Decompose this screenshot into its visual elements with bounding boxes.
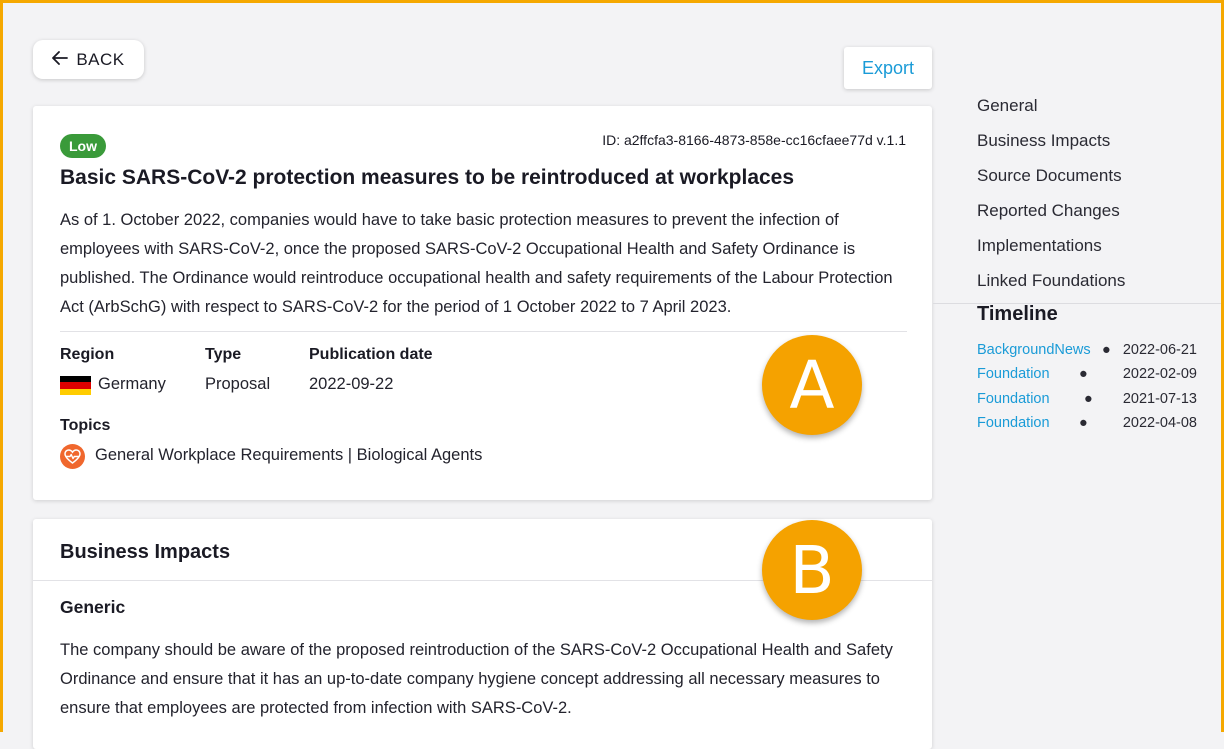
- nav-item-reported-changes[interactable]: Reported Changes: [977, 193, 1125, 228]
- timeline-title: Timeline: [977, 303, 1058, 325]
- annotation-marker-b: B: [762, 520, 862, 620]
- topics-label: Topics: [60, 417, 111, 434]
- bullet-icon: ●: [1079, 366, 1088, 382]
- annotation-marker-a: A: [762, 335, 862, 435]
- nav-item-general[interactable]: General: [977, 88, 1125, 123]
- publication-date-label: Publication date: [309, 346, 433, 363]
- publication-date-value: 2022-09-22: [309, 375, 394, 393]
- region-label: Region: [60, 346, 115, 363]
- timeline-entry-date: 2022-06-21: [1122, 342, 1197, 358]
- type-label: Type: [205, 346, 242, 363]
- impacts-text: The company should be aware of the propo…: [60, 641, 893, 717]
- nav-item-business-impacts[interactable]: Business Impacts: [977, 123, 1125, 158]
- export-button[interactable]: Export: [844, 47, 932, 89]
- business-impacts-title: Business Impacts: [60, 541, 231, 563]
- timeline-entry-date: 2022-02-09: [1122, 366, 1197, 382]
- timeline-entry-date: 2022-04-08: [1122, 415, 1197, 431]
- severity-badge: Low: [60, 134, 106, 158]
- section-navigation: General Business Impacts Source Document…: [977, 88, 1125, 298]
- bullet-icon: ●: [1102, 342, 1111, 358]
- nav-item-implementations[interactable]: Implementations: [977, 228, 1125, 263]
- nav-item-source-documents[interactable]: Source Documents: [977, 158, 1125, 193]
- timeline-entry: BackgroundNews ● 2022-06-21: [977, 342, 1197, 362]
- timeline-entry-link[interactable]: Foundation: [977, 366, 1050, 382]
- type-value: Proposal: [205, 375, 271, 393]
- document-id: ID: a2ffcfa3-8166-4873-858e-cc16cfaee77d…: [602, 132, 906, 148]
- germany-flag-icon: [60, 376, 91, 395]
- heart-pulse-icon: [60, 444, 85, 469]
- region-value: Germany: [98, 375, 166, 393]
- timeline-entry: Foundation ● 2022-02-09: [977, 366, 1197, 386]
- section-divider: [60, 331, 907, 332]
- timeline-entry-link[interactable]: Foundation: [977, 415, 1050, 431]
- item-title: Basic SARS-CoV-2 protection measures to …: [60, 166, 795, 189]
- bullet-icon: ●: [1079, 415, 1088, 431]
- impacts-subtitle: Generic: [60, 597, 126, 617]
- topics-value: General Workplace Requirements | Biologi…: [95, 446, 483, 464]
- timeline-entry-link[interactable]: Foundation: [977, 391, 1050, 407]
- timeline-entry-date: 2021-07-13: [1122, 391, 1197, 407]
- arrow-left-icon: [52, 50, 69, 69]
- item-summary: As of 1. October 2022, companies would h…: [60, 211, 893, 316]
- timeline-entry-link[interactable]: BackgroundNews: [977, 342, 1091, 358]
- back-button-label: BACK: [76, 49, 125, 69]
- timeline-entry: Foundation ● 2022-04-08: [977, 415, 1197, 435]
- nav-item-linked-foundations[interactable]: Linked Foundations: [977, 263, 1125, 298]
- timeline-entry: Foundation ● 2021-07-13: [977, 391, 1197, 411]
- back-button[interactable]: BACK: [33, 40, 144, 79]
- item-detail-card: Low ID: a2ffcfa3-8166-4873-858e-cc16cfae…: [33, 106, 932, 500]
- bullet-icon: ●: [1084, 391, 1093, 407]
